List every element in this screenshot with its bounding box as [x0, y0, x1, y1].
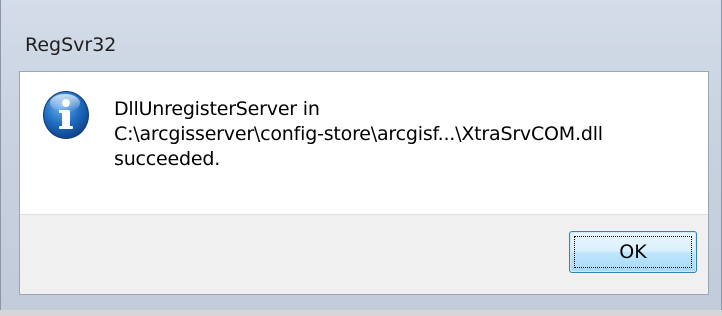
dialog-content: DllUnregisterServer in C:\arcgisserver\c…	[19, 71, 709, 295]
window-bottom-edge	[0, 310, 722, 316]
message-text: DllUnregisterServer in C:\arcgisserver\c…	[114, 97, 603, 172]
message-area: DllUnregisterServer in C:\arcgisserver\c…	[20, 72, 708, 214]
focus-rectangle	[574, 236, 692, 268]
dialog-window: RegSvr32 DllUnregisterServer in C:\arcgi…	[0, 0, 722, 310]
button-bar: OK	[20, 214, 708, 294]
message-line-1: DllUnregisterServer in	[114, 98, 320, 120]
message-line-2: C:\arcgisserver\config-store\arcgisf...\…	[114, 123, 603, 145]
message-line-3: succeeded.	[114, 148, 221, 170]
window-title: RegSvr32	[25, 34, 117, 56]
info-icon	[41, 89, 91, 141]
ok-button[interactable]: OK	[569, 231, 697, 273]
title-bar[interactable]: RegSvr32	[1, 0, 721, 70]
